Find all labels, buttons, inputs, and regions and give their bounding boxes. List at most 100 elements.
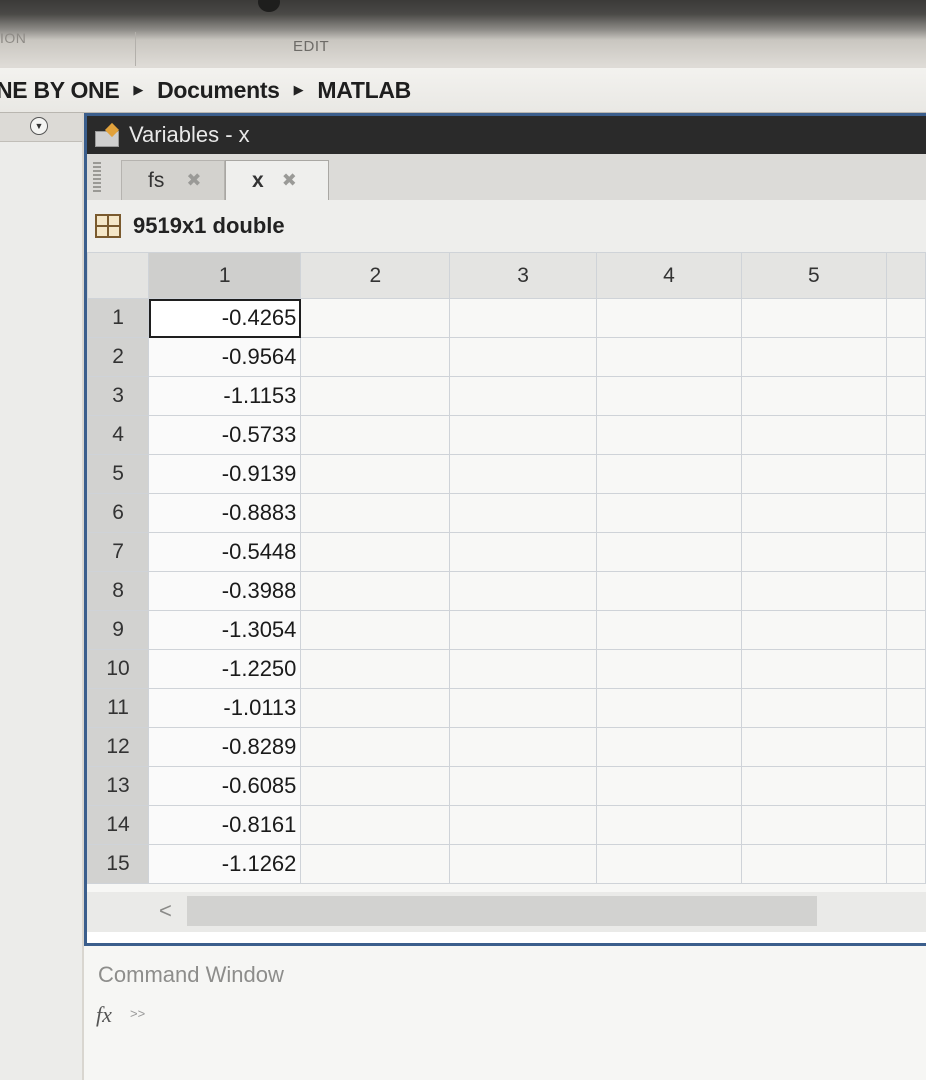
empty-cell[interactable] bbox=[449, 805, 598, 845]
empty-cell[interactable] bbox=[300, 688, 451, 728]
empty-cell[interactable] bbox=[740, 376, 887, 416]
row-header[interactable]: 7 bbox=[87, 532, 150, 572]
cell-value[interactable]: -0.8161 bbox=[148, 805, 302, 845]
empty-cell[interactable] bbox=[740, 298, 887, 338]
cell-value[interactable]: -1.2250 bbox=[148, 649, 302, 689]
row-header[interactable]: 9 bbox=[87, 610, 150, 650]
empty-cell[interactable] bbox=[449, 766, 598, 806]
breadcrumb-item[interactable]: NE BY ONE bbox=[0, 77, 120, 104]
empty-cell[interactable] bbox=[449, 415, 598, 455]
empty-cell[interactable] bbox=[449, 610, 598, 650]
row-header[interactable]: 13 bbox=[87, 766, 150, 806]
empty-cell[interactable] bbox=[740, 649, 887, 689]
empty-cell[interactable] bbox=[300, 610, 451, 650]
empty-cell[interactable] bbox=[449, 649, 598, 689]
empty-cell[interactable] bbox=[300, 805, 451, 845]
breadcrumb-item[interactable]: MATLAB bbox=[317, 77, 411, 104]
empty-cell[interactable] bbox=[300, 454, 451, 494]
row-header[interactable]: 5 bbox=[87, 454, 150, 494]
row-header[interactable]: 4 bbox=[87, 415, 150, 455]
empty-cell[interactable] bbox=[740, 493, 887, 533]
toolstrip-section-left[interactable]: ION bbox=[0, 30, 26, 46]
empty-cell[interactable] bbox=[740, 337, 887, 377]
row-header[interactable]: 2 bbox=[87, 337, 150, 377]
empty-cell[interactable] bbox=[449, 493, 598, 533]
empty-cell[interactable] bbox=[885, 337, 926, 377]
empty-cell[interactable] bbox=[300, 649, 451, 689]
empty-cell[interactable] bbox=[740, 805, 887, 845]
cell-value[interactable]: -1.1262 bbox=[148, 844, 302, 884]
cell-value[interactable]: -0.4265 bbox=[148, 298, 302, 338]
empty-cell[interactable] bbox=[596, 688, 742, 728]
empty-cell[interactable] bbox=[300, 571, 451, 611]
empty-cell[interactable] bbox=[740, 571, 887, 611]
cell-value[interactable]: -1.3054 bbox=[148, 610, 302, 650]
cell-value[interactable]: -0.8289 bbox=[148, 727, 302, 767]
empty-cell[interactable] bbox=[740, 688, 887, 728]
empty-cell[interactable] bbox=[449, 532, 598, 572]
empty-cell[interactable] bbox=[885, 805, 926, 845]
empty-cell[interactable] bbox=[596, 376, 742, 416]
grid-corner[interactable] bbox=[87, 252, 150, 299]
empty-cell[interactable] bbox=[300, 844, 451, 884]
function-browser-icon[interactable]: fx bbox=[96, 1002, 112, 1028]
empty-cell[interactable] bbox=[596, 337, 742, 377]
column-header[interactable]: 5 bbox=[740, 252, 887, 299]
empty-cell[interactable] bbox=[885, 454, 926, 494]
cell-value[interactable]: -0.9139 bbox=[148, 454, 302, 494]
cell-value[interactable]: -0.8883 bbox=[148, 493, 302, 533]
empty-cell[interactable] bbox=[596, 415, 742, 455]
empty-cell[interactable] bbox=[885, 376, 926, 416]
empty-cell[interactable] bbox=[740, 727, 887, 767]
empty-cell[interactable] bbox=[300, 376, 451, 416]
row-header[interactable]: 10 bbox=[87, 649, 150, 689]
row-header[interactable]: 6 bbox=[87, 493, 150, 533]
empty-cell[interactable] bbox=[740, 610, 887, 650]
empty-cell[interactable] bbox=[449, 376, 598, 416]
empty-cell[interactable] bbox=[596, 571, 742, 611]
cell-value[interactable]: -0.3988 bbox=[148, 571, 302, 611]
cell-value[interactable]: -0.6085 bbox=[148, 766, 302, 806]
empty-cell[interactable] bbox=[885, 610, 926, 650]
empty-cell[interactable] bbox=[740, 844, 887, 884]
close-icon[interactable]: ✖ bbox=[186, 170, 201, 191]
pane-actions-icon[interactable]: ▼ bbox=[30, 117, 48, 135]
empty-cell[interactable] bbox=[596, 805, 742, 845]
empty-cell[interactable] bbox=[300, 298, 451, 338]
empty-cell[interactable] bbox=[885, 415, 926, 455]
cell-value[interactable]: -1.1153 bbox=[148, 376, 302, 416]
empty-cell[interactable] bbox=[300, 337, 451, 377]
breadcrumb-arrow-icon[interactable]: ▶ bbox=[294, 82, 304, 98]
empty-cell[interactable] bbox=[596, 493, 742, 533]
empty-cell[interactable] bbox=[596, 298, 742, 338]
empty-cell[interactable] bbox=[885, 844, 926, 884]
row-header[interactable]: 3 bbox=[87, 376, 150, 416]
empty-cell[interactable] bbox=[885, 532, 926, 572]
drag-grip-icon[interactable] bbox=[93, 162, 101, 194]
column-header[interactable]: 3 bbox=[449, 252, 598, 299]
empty-cell[interactable] bbox=[449, 454, 598, 494]
scrollbar-thumb[interactable] bbox=[187, 896, 817, 926]
empty-cell[interactable] bbox=[596, 766, 742, 806]
empty-cell[interactable] bbox=[740, 415, 887, 455]
tab-fs[interactable]: fs ✖ bbox=[121, 160, 225, 200]
empty-cell[interactable] bbox=[300, 766, 451, 806]
tab-x[interactable]: x ✖ bbox=[225, 160, 329, 200]
empty-cell[interactable] bbox=[596, 610, 742, 650]
empty-cell[interactable] bbox=[596, 532, 742, 572]
empty-cell[interactable] bbox=[740, 532, 887, 572]
empty-cell[interactable] bbox=[885, 493, 926, 533]
row-header[interactable]: 11 bbox=[87, 688, 150, 728]
empty-cell[interactable] bbox=[596, 649, 742, 689]
empty-cell[interactable] bbox=[596, 727, 742, 767]
column-header[interactable]: 4 bbox=[596, 252, 742, 299]
column-header[interactable]: 1 bbox=[148, 252, 302, 299]
empty-cell[interactable] bbox=[300, 532, 451, 572]
cell-value[interactable]: -0.5733 bbox=[148, 415, 302, 455]
empty-cell[interactable] bbox=[449, 571, 598, 611]
command-window[interactable]: Command Window fx >> bbox=[84, 946, 926, 1080]
empty-cell[interactable] bbox=[449, 688, 598, 728]
empty-cell[interactable] bbox=[885, 298, 926, 338]
row-header[interactable]: 15 bbox=[87, 844, 150, 884]
scroll-left-icon[interactable]: < bbox=[159, 898, 172, 924]
